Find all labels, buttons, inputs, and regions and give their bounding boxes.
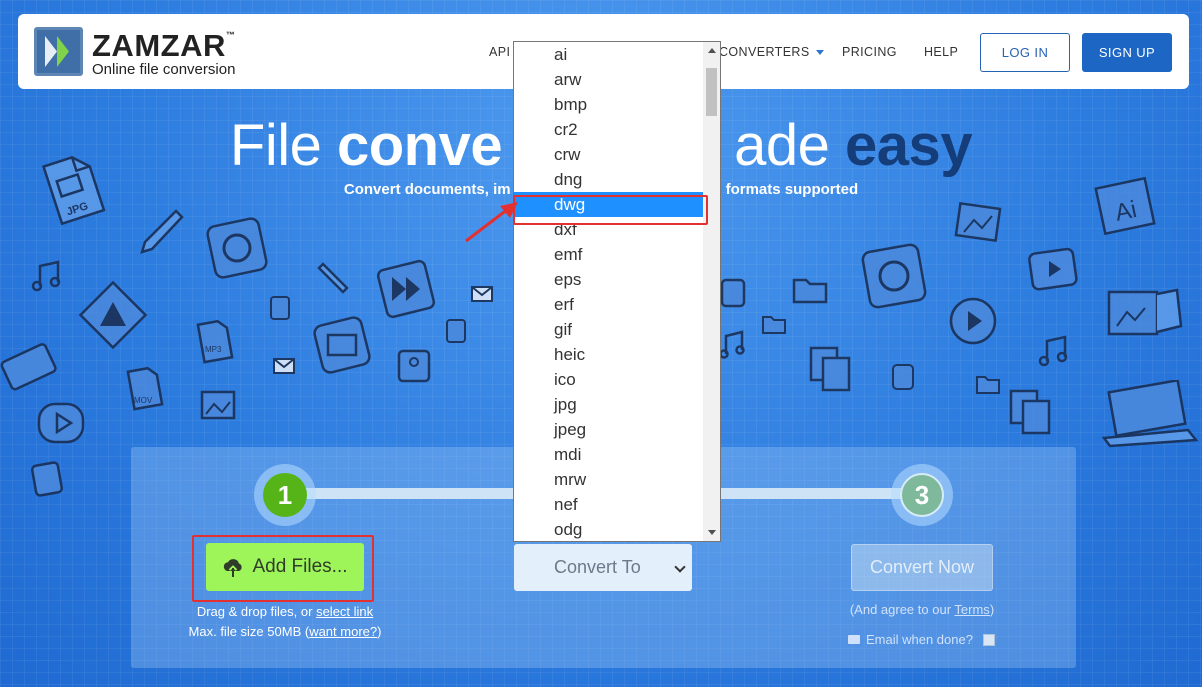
format-option-nef[interactable]: nef: [514, 492, 703, 517]
cassette-icon: [0, 335, 60, 395]
scroll-down-arrow-icon[interactable]: [708, 530, 716, 535]
music-note-icon: [30, 260, 66, 292]
add-files-annotation-box: [192, 535, 374, 602]
refresh-app-icon: [203, 214, 271, 282]
format-option-bmp[interactable]: bmp: [514, 92, 703, 117]
email-label: Email when done?: [866, 632, 973, 647]
format-option-eps[interactable]: eps: [514, 267, 703, 292]
convert-to-select[interactable]: Convert To: [514, 544, 692, 591]
image-gallery-icon: [952, 200, 1004, 246]
refresh-app-icon-right: [858, 240, 930, 312]
step-3-number: 3: [900, 473, 944, 517]
terms-link[interactable]: Terms: [954, 602, 989, 617]
terms-notice: (And agree to our Terms): [849, 602, 995, 617]
picture-frame-icon: [1105, 282, 1185, 342]
format-option-ai[interactable]: ai: [514, 42, 703, 67]
format-option-emf[interactable]: emf: [514, 242, 703, 267]
want-more-link[interactable]: want more?: [309, 624, 377, 639]
max-size-hint: Max. file size 50MB (want more?): [188, 624, 382, 639]
email-when-done: Email when done?: [848, 632, 995, 647]
format-option-jpeg[interactable]: jpeg: [514, 417, 703, 442]
dropdown-scrollbar[interactable]: [703, 42, 720, 541]
play-circle-icon: [35, 400, 89, 448]
small-file-icon-4: [890, 362, 916, 392]
format-option-ico[interactable]: ico: [514, 367, 703, 392]
format-option-crw[interactable]: crw: [514, 142, 703, 167]
small-file-icon-3: [718, 276, 748, 310]
drag-drop-hint: Drag & drop files, or select link: [196, 604, 374, 619]
brand-name[interactable]: ZAMZAR™: [92, 28, 235, 64]
brand-tagline: Online file conversion: [92, 61, 236, 78]
folder-icon: [790, 272, 830, 306]
dwg-annotation-box: [513, 195, 708, 225]
svg-text:MP3: MP3: [205, 345, 222, 354]
format-option-erf[interactable]: erf: [514, 292, 703, 317]
nav-converters[interactable]: CONVERTERS: [719, 45, 824, 59]
wrench-icon: [313, 258, 351, 296]
format-option-jpg[interactable]: jpg: [514, 392, 703, 417]
svg-text:MOV: MOV: [134, 396, 153, 405]
zamzar-logo-icon[interactable]: [34, 27, 83, 76]
pencil-icon: [138, 205, 184, 255]
film-app-icon: [310, 313, 374, 377]
scroll-thumb[interactable]: [706, 68, 717, 116]
envelope-icon: [848, 635, 860, 644]
file-icon-left: [30, 460, 64, 498]
step-1-indicator: 1: [254, 464, 316, 526]
scroll-up-arrow-icon[interactable]: [708, 48, 716, 53]
nav-help[interactable]: HELP: [924, 45, 958, 59]
video-app-icon: [1025, 245, 1083, 295]
format-option-heic[interactable]: heic: [514, 342, 703, 367]
nav-api[interactable]: API: [489, 45, 510, 59]
mov-file-icon: MOV: [125, 365, 165, 411]
document-icon: [393, 345, 435, 387]
format-option-cr2[interactable]: cr2: [514, 117, 703, 142]
format-option-mrw[interactable]: mrw: [514, 467, 703, 492]
format-option-odg[interactable]: odg: [514, 517, 703, 541]
adobe-illustrator-icon: Ai: [1092, 175, 1162, 241]
envelope-icon-2: [470, 284, 494, 304]
format-option-arw[interactable]: arw: [514, 67, 703, 92]
envelope-icon: [272, 356, 296, 376]
fast-forward-app-icon: [372, 255, 440, 323]
image-frame-icon: [198, 388, 238, 424]
convert-now-button[interactable]: Convert Now: [851, 544, 993, 591]
step-1-number: 1: [263, 473, 307, 517]
annotation-arrow-icon: [465, 202, 518, 243]
format-option-gif[interactable]: gif: [514, 317, 703, 342]
small-file-icon: [268, 295, 292, 321]
folder-icon-3: [974, 372, 1002, 396]
nav-pricing[interactable]: PRICING: [842, 45, 897, 59]
folder-icon-2: [760, 312, 788, 336]
copy-files-icon-2: [1005, 385, 1057, 437]
step-3-indicator: 3: [891, 464, 953, 526]
select-link[interactable]: select link: [316, 604, 373, 619]
format-dropdown-list[interactable]: ai arw bmp cr2 crw dng dwg dxf emf eps erf gif heic i…: [513, 41, 721, 542]
chevron-down-icon: [674, 561, 686, 573]
format-option-dng[interactable]: dng: [514, 167, 703, 192]
copy-files-icon: [805, 342, 857, 394]
email-checkbox[interactable]: [982, 633, 995, 646]
chevron-down-icon: [815, 50, 824, 56]
play-circle-icon-right: [946, 294, 1000, 348]
login-button[interactable]: LOG IN: [980, 33, 1070, 72]
small-file-icon-2: [444, 318, 468, 344]
laptop-icon: [1102, 380, 1200, 452]
triangle-app-icon: [78, 280, 148, 350]
format-options: ai arw bmp cr2 crw dng dwg dxf emf eps erf gif heic i…: [514, 42, 703, 541]
mp3-file-icon: MP3: [195, 318, 235, 364]
convert-to-value: Convert To: [554, 557, 641, 577]
music-note-icon-2: [718, 330, 748, 360]
signup-button[interactable]: SIGN UP: [1082, 33, 1172, 72]
format-option-mdi[interactable]: mdi: [514, 442, 703, 467]
music-note-icon-3: [1037, 335, 1071, 367]
jpg-file-icon: JPG: [38, 150, 112, 228]
